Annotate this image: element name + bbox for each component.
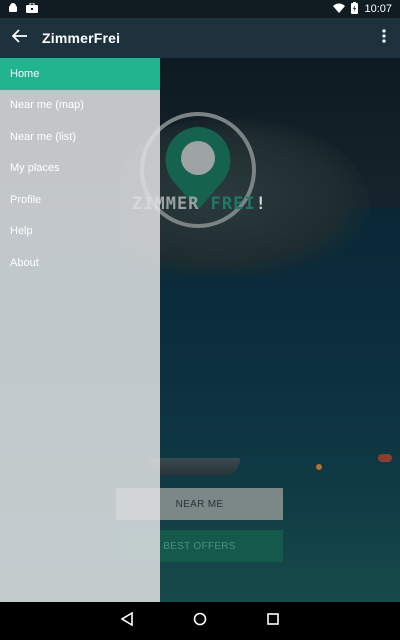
status-time: 10:07 [364,3,392,15]
nav-back-button[interactable] [116,610,138,632]
drawer-item-label: Help [10,225,33,238]
wifi-icon [333,3,346,16]
battery-charging-icon [351,1,359,17]
status-right: 10:07 [333,1,392,17]
drawer-item-help[interactable]: Help [0,216,160,248]
overflow-menu-button[interactable] [376,28,392,48]
home-circle-icon [193,612,207,631]
drawer-item-label: My places [10,162,60,175]
android-icon [8,2,18,17]
arrow-back-icon [11,28,28,48]
drawer-item-label: About [10,256,39,269]
drawer-item-my-places[interactable]: My places [0,153,160,185]
drawer-item-label: Near me (map) [10,99,84,112]
drawer-item-home[interactable]: Home [0,58,160,90]
status-left [8,2,38,17]
logo-text-bang: ! [255,194,267,214]
briefcase-icon [26,2,38,16]
buoy [378,454,392,462]
navigation-drawer: Home Near me (map) Near me (list) My pla… [0,58,160,602]
back-triangle-icon [120,611,133,631]
nav-recents-button[interactable] [262,610,284,632]
logo-text-frei: FREI [210,194,256,214]
drawer-item-label: Home [10,67,40,80]
back-button[interactable] [2,18,38,58]
drawer-item-near-me-map[interactable]: Near me (map) [0,90,160,122]
recents-square-icon [267,612,280,630]
drawer-item-near-me-list[interactable]: Near me (list) [0,121,160,153]
drawer-item-profile[interactable]: Profile [0,184,160,216]
drawer-item-about[interactable]: About [0,247,160,279]
app-title: ZimmerFrei [42,30,121,46]
buoy [316,464,322,470]
status-bar: 10:07 [0,0,400,18]
drawer-item-label: Near me (list) [10,130,77,143]
system-nav-bar [0,602,400,640]
nav-home-button[interactable] [189,610,211,632]
boat [150,458,240,476]
drawer-item-label: Profile [10,193,42,206]
app-bar: ZimmerFrei [0,18,400,58]
more-vert-icon [382,28,386,48]
